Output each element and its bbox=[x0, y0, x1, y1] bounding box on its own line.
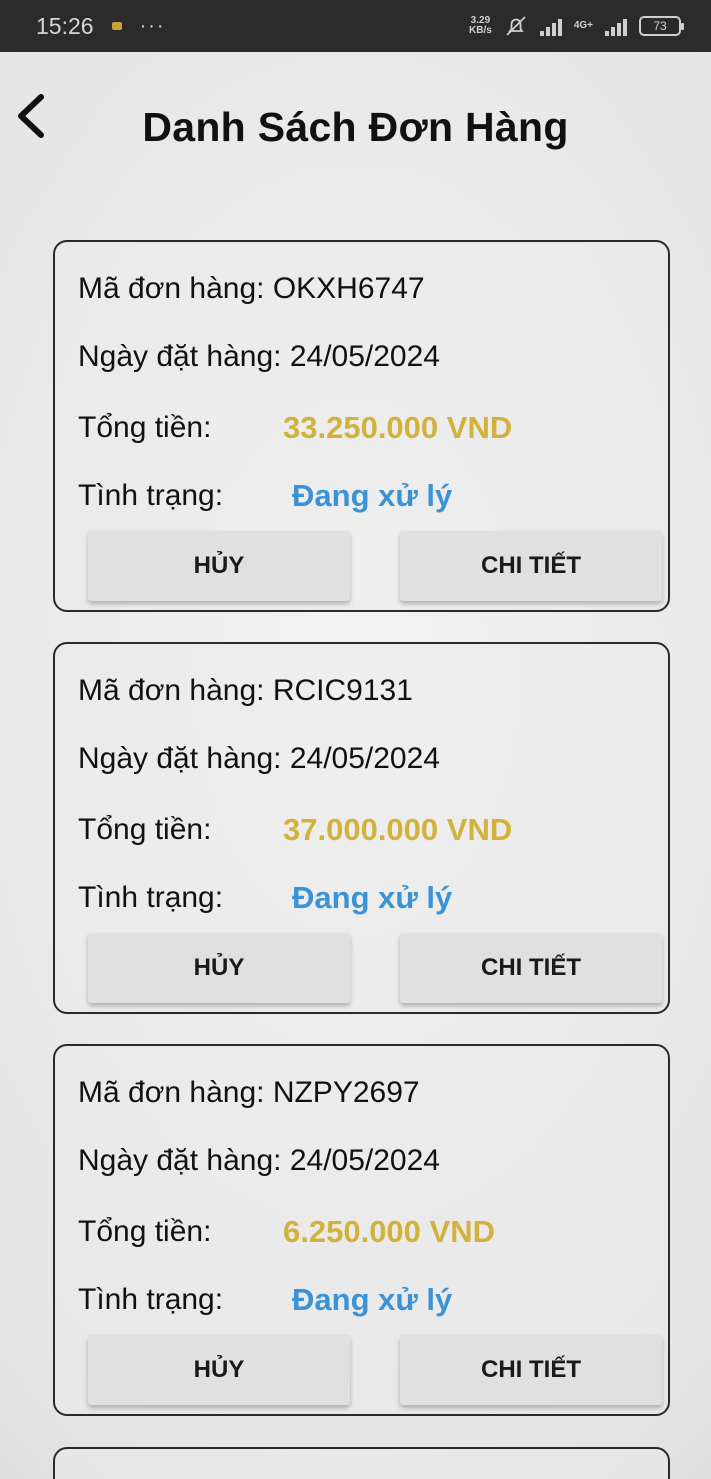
clock: 15:26 bbox=[36, 12, 94, 39]
order-status-value: Đang xử lý bbox=[292, 880, 453, 915]
order-status-label: Tình trạng: bbox=[78, 1283, 224, 1316]
order-detail-button[interactable]: CHI TIẾT bbox=[400, 531, 662, 601]
order-status-row: Tình trạng: Đang xử lý bbox=[78, 1282, 452, 1318]
order-status-value: Đang xử lý bbox=[292, 478, 453, 513]
status-bar: 15:26 ··· 3.29 KB/s 4G+ 73 bbox=[0, 0, 711, 52]
order-date-row: Ngày đặt hàng: 24/05/2024 bbox=[78, 340, 440, 374]
order-total-value: 6.250.000 VND bbox=[283, 1214, 495, 1249]
order-code-value: NZPY2697 bbox=[272, 1076, 420, 1109]
signal-icon bbox=[539, 16, 562, 36]
order-date-label: Ngày đặt hàng: bbox=[78, 340, 282, 373]
order-detail-button[interactable]: CHI TIẾT bbox=[400, 933, 662, 1003]
network-type: 4G+ bbox=[573, 20, 593, 31]
order-code-value: RCIC9131 bbox=[272, 674, 413, 707]
network-speed: 3.29 KB/s bbox=[469, 16, 492, 36]
order-total-value: 37.000.000 VND bbox=[283, 812, 513, 847]
order-total-value: 33.250.000 VND bbox=[283, 410, 513, 445]
order-card-partial bbox=[53, 1447, 670, 1479]
battery-icon: 73 bbox=[639, 16, 684, 36]
order-status-label: Tình trạng: bbox=[78, 881, 224, 914]
order-date-row: Ngày đặt hàng: 24/05/2024 bbox=[78, 742, 440, 776]
order-date-label: Ngày đặt hàng: bbox=[78, 742, 282, 775]
battery-level: 73 bbox=[653, 19, 667, 33]
order-total-label: Tổng tiền: bbox=[78, 411, 212, 444]
order-date-row: Ngày đặt hàng: 24/05/2024 bbox=[78, 1144, 440, 1178]
status-bar-left: 15:26 ··· bbox=[36, 13, 166, 40]
order-card: Mã đơn hàng: RCIC9131 Ngày đặt hàng: 24/… bbox=[53, 642, 670, 1014]
order-total-label: Tổng tiền: bbox=[78, 813, 212, 846]
cancel-order-button[interactable]: HỦY bbox=[88, 531, 350, 601]
order-code-value: OKXH6747 bbox=[272, 272, 425, 305]
order-code-label: Mã đơn hàng: bbox=[78, 272, 265, 305]
order-status-value: Đang xử lý bbox=[292, 1282, 453, 1317]
order-status-row: Tình trạng: Đang xử lý bbox=[78, 880, 452, 916]
order-total-row: Tổng tiền: 37.000.000 VND bbox=[78, 812, 512, 848]
lock-icon bbox=[111, 22, 122, 30]
page-title: Danh Sách Đơn Hàng bbox=[142, 104, 569, 150]
more-notifications-icon: ··· bbox=[139, 14, 166, 37]
status-bar-right: 3.29 KB/s 4G+ 73 bbox=[469, 14, 684, 38]
order-date-label: Ngày đặt hàng: bbox=[78, 1144, 282, 1177]
order-status-row: Tình trạng: Đang xử lý bbox=[78, 478, 452, 514]
order-date-value: 24/05/2024 bbox=[289, 1144, 440, 1177]
order-total-row: Tổng tiền: 6.250.000 VND bbox=[78, 1214, 495, 1250]
order-code-label: Mã đơn hàng: bbox=[78, 674, 265, 707]
order-code-row: Mã đơn hàng: OKXH6747 bbox=[78, 272, 425, 306]
order-status-label: Tình trạng: bbox=[78, 479, 224, 512]
order-list: Mã đơn hàng: OKXH6747 Ngày đặt hàng: 24/… bbox=[53, 240, 670, 1446]
order-code-label: Mã đơn hàng: bbox=[78, 1076, 265, 1109]
order-date-value: 24/05/2024 bbox=[289, 742, 440, 775]
order-code-row: Mã đơn hàng: RCIC9131 bbox=[78, 674, 413, 708]
order-total-row: Tổng tiền: 33.250.000 VND bbox=[78, 410, 512, 446]
order-total-label: Tổng tiền: bbox=[78, 1215, 212, 1248]
order-code-row: Mã đơn hàng: NZPY2697 bbox=[78, 1076, 420, 1110]
bell-off-icon bbox=[506, 16, 526, 36]
order-card: Mã đơn hàng: OKXH6747 Ngày đặt hàng: 24/… bbox=[53, 240, 670, 612]
order-date-value: 24/05/2024 bbox=[289, 340, 440, 373]
order-card: Mã đơn hàng: NZPY2697 Ngày đặt hàng: 24/… bbox=[53, 1044, 670, 1416]
signal-icon-2 bbox=[605, 16, 627, 36]
cancel-order-button[interactable]: HỦY bbox=[88, 1335, 350, 1405]
order-detail-button[interactable]: CHI TIẾT bbox=[400, 1335, 662, 1405]
network-speed-unit: KB/s bbox=[469, 25, 492, 36]
cancel-order-button[interactable]: HỦY bbox=[88, 933, 350, 1003]
